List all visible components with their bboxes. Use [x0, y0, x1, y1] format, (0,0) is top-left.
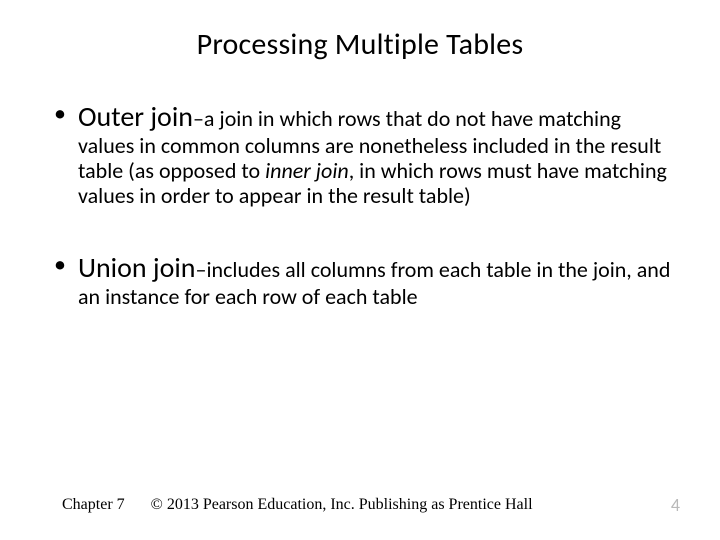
term-outer-join: Outer join: [78, 99, 193, 134]
term-union-join: Union join: [78, 250, 196, 285]
bullet-list: Outer join–a join in which rows that do …: [40, 101, 680, 309]
italic-text: inner join: [265, 157, 349, 184]
dash: –: [196, 256, 207, 283]
chapter-label: Chapter 7: [62, 496, 125, 514]
page-number: 4: [671, 494, 680, 516]
list-item: Outer join–a join in which rows that do …: [60, 101, 680, 208]
dash: –: [193, 105, 204, 132]
footer: Chapter 7 © 2013 Pearson Education, Inc.…: [62, 496, 680, 514]
list-item: Union join–includes all columns from eac…: [60, 252, 680, 309]
copyright-text: © 2013 Pearson Education, Inc. Publishin…: [151, 496, 533, 514]
slide-title: Processing Multiple Tables: [40, 26, 680, 63]
